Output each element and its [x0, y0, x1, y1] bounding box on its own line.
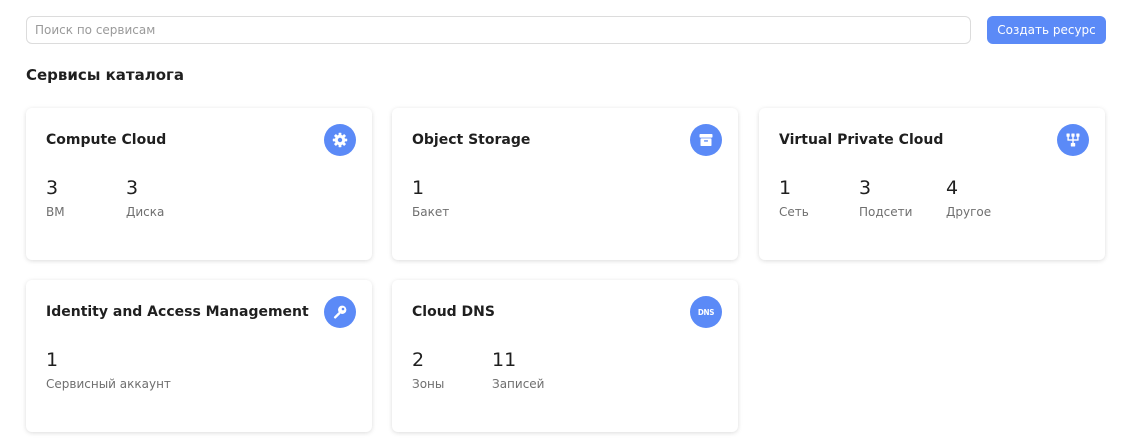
card-title: Identity and Access Management — [46, 304, 309, 320]
stat-value: 2 — [412, 349, 425, 371]
section-title: Сервисы каталога — [26, 66, 184, 84]
service-card-object-storage[interactable]: Object Storage 1 Бакет — [392, 108, 738, 260]
stat-label: Записей — [492, 377, 545, 391]
stat-records: 11 Записей — [492, 348, 572, 391]
card-title: Virtual Private Cloud — [779, 132, 944, 148]
service-card-vpc[interactable]: Virtual Private Cloud 1 Сеть 3 Подсети 4 — [759, 108, 1105, 260]
stat-label: Другое — [946, 205, 992, 219]
card-stats: 3 ВМ 3 Диска — [46, 176, 206, 219]
stat-label: Диска — [126, 205, 165, 219]
stat-label: Бакет — [412, 205, 450, 219]
card-title: Cloud DNS — [412, 304, 495, 320]
stat-label: Сервисный аккаунт — [46, 377, 171, 391]
stat-networks: 1 Сеть — [779, 176, 859, 219]
stat-value: 3 — [46, 177, 59, 199]
stat-label: Зоны — [412, 377, 445, 391]
stat-service-accounts: 1 Сервисный аккаунт — [46, 348, 246, 391]
stat-buckets: 1 Бакет — [412, 176, 492, 219]
service-card-iam[interactable]: Identity and Access Management 1 Сервисн… — [26, 280, 372, 432]
card-title: Compute Cloud — [46, 132, 167, 148]
stat-subnets: 3 Подсети — [859, 176, 946, 219]
service-card-compute-cloud[interactable]: Compute Cloud 3 ВМ 3 Диска — [26, 108, 372, 260]
network-icon — [1057, 124, 1089, 156]
create-resource-button[interactable]: Создать ресурс — [987, 16, 1106, 44]
service-card-cloud-dns[interactable]: Cloud DNS DNS 2 Зоны 11 Записей — [392, 280, 738, 432]
card-title: Object Storage — [412, 132, 531, 148]
stat-value: 1 — [779, 177, 792, 199]
stat-label: Подсети — [859, 205, 913, 219]
card-stats: 1 Сервисный аккаунт — [46, 348, 246, 391]
stat-other: 4 Другое — [946, 176, 1026, 219]
stat-value: 3 — [126, 177, 139, 199]
dns-icon: DNS — [690, 296, 722, 328]
card-stats: 1 Бакет — [412, 176, 492, 219]
dns-icon-label: DNS — [697, 307, 715, 317]
stat-value: 4 — [946, 177, 959, 199]
stat-value: 11 — [492, 349, 517, 371]
stat-disks: 3 Диска — [126, 176, 206, 219]
stat-label: ВМ — [46, 205, 65, 219]
search-input[interactable] — [27, 17, 970, 43]
key-icon — [324, 296, 356, 328]
card-stats: 1 Сеть 3 Подсети 4 Другое — [779, 176, 1026, 219]
stat-zones: 2 Зоны — [412, 348, 492, 391]
top-bar: Создать ресурс — [26, 16, 1106, 44]
storage-box-icon — [690, 124, 722, 156]
card-stats: 2 Зоны 11 Записей — [412, 348, 572, 391]
search-box[interactable] — [26, 16, 971, 44]
gear-icon — [324, 124, 356, 156]
stat-value: 3 — [859, 177, 872, 199]
stat-vm: 3 ВМ — [46, 176, 126, 219]
stat-label: Сеть — [779, 205, 809, 219]
stat-value: 1 — [412, 177, 425, 199]
stat-value: 1 — [46, 349, 59, 371]
